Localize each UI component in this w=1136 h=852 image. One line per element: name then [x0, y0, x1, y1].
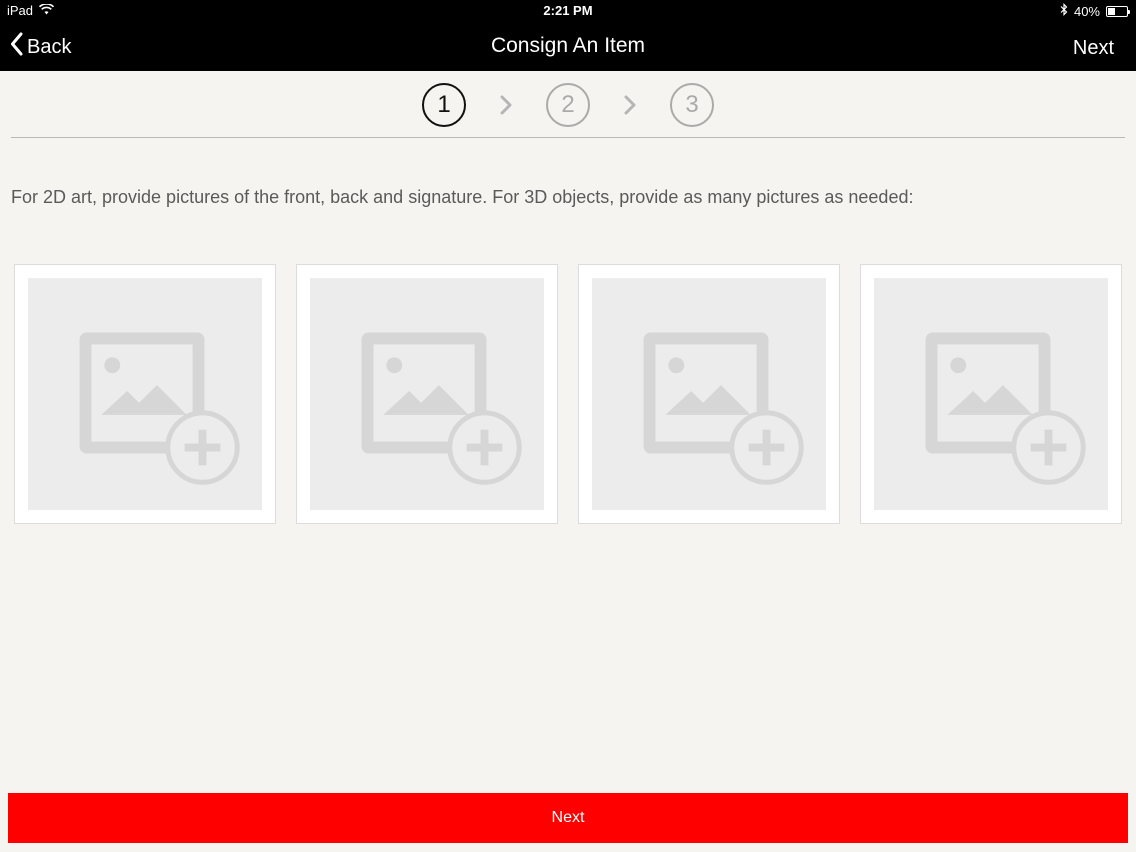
add-photo-icon: [361, 332, 522, 485]
status-time: 2:21 PM: [543, 3, 593, 18]
step-2: 2: [546, 83, 590, 127]
step-3: 3: [670, 83, 714, 127]
photo-placeholder: [310, 278, 544, 510]
battery-percent: 40%: [1073, 3, 1100, 19]
nav-next-button[interactable]: Next: [1073, 37, 1114, 60]
battery-level: [1108, 7, 1116, 15]
bluetooth-icon: [1060, 3, 1068, 19]
photo-placeholder: [874, 278, 1108, 510]
battery-icon: [1106, 5, 1130, 17]
photo-placeholder: [28, 278, 262, 510]
add-photo-icon: [643, 332, 804, 485]
add-photo-icon: [925, 332, 1086, 485]
instruction-text: For 2D art, provide pictures of the fron…: [11, 187, 914, 207]
photo-placeholder: [592, 278, 826, 510]
top-bar: iPad 2:21 PM 40% Back Consign An Item Ne…: [0, 0, 1136, 71]
step-1: 1: [422, 83, 466, 127]
photo-slot-4[interactable]: [860, 264, 1122, 524]
divider: [11, 137, 1125, 138]
step-indicator: 1 2 3: [0, 82, 1136, 128]
photo-slot-2[interactable]: [296, 264, 558, 524]
chevron-right-icon: [466, 94, 546, 116]
next-button[interactable]: Next: [8, 793, 1128, 843]
photo-slot-3[interactable]: [578, 264, 840, 524]
status-bar-right: 40%: [1060, 3, 1130, 19]
page-title: Consign An Item: [490, 34, 646, 57]
chevron-right-icon: [590, 94, 670, 116]
photo-slot-1[interactable]: [14, 264, 276, 524]
add-photo-icon: [79, 332, 240, 485]
